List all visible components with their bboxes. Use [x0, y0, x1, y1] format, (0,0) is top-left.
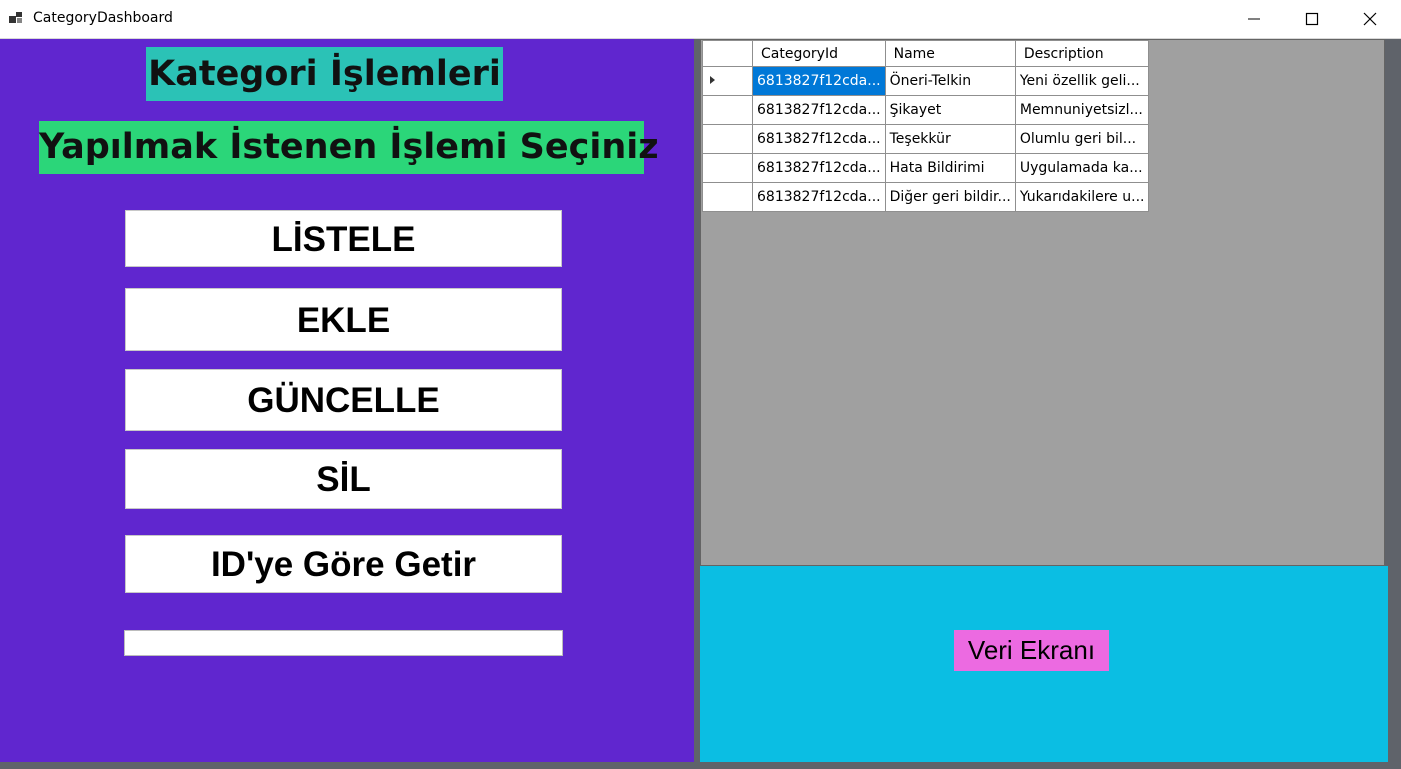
cell-description[interactable]: Uygulamada ka... — [1014, 153, 1150, 183]
category-operations-panel: Kategori İşlemleri Yapılmak İstenen İşle… — [0, 39, 694, 762]
table-row[interactable]: 6813827f12cda... Diğer geri bildir... Yu… — [702, 182, 1150, 212]
column-header-name[interactable]: Name — [884, 40, 1016, 67]
maximize-button[interactable] — [1283, 0, 1341, 38]
cell-description[interactable]: Yeni özellik geli... — [1014, 66, 1150, 96]
row-header[interactable] — [702, 66, 753, 96]
data-screen-label: Veri Ekranı — [954, 630, 1109, 671]
data-grid-table: CategoryId Name Description 6813827f12cd… — [702, 40, 1150, 212]
cell-description[interactable]: Olumlu geri bil... — [1014, 124, 1150, 154]
current-row-arrow-icon — [710, 76, 715, 84]
cell-description[interactable]: Yukarıdakilere u... — [1014, 182, 1150, 212]
id-input[interactable] — [124, 630, 563, 656]
cell-name[interactable]: Şikayet — [884, 95, 1016, 125]
maximize-icon — [1305, 12, 1319, 26]
column-header-categoryid[interactable]: CategoryId — [752, 40, 886, 67]
instruction-label: Yapılmak İstenen İşlemi Seçiniz — [39, 121, 659, 174]
window-bottom-edge — [0, 762, 1401, 769]
category-data-grid[interactable]: CategoryId Name Description 6813827f12cd… — [700, 39, 1385, 566]
close-icon — [1363, 12, 1377, 26]
cell-categoryid[interactable]: 6813827f12cda... — [752, 182, 886, 212]
row-header[interactable] — [702, 124, 753, 154]
table-row[interactable]: 6813827f12cda... Öneri-Telkin Yeni özell… — [702, 66, 1150, 96]
column-header-description[interactable]: Description — [1014, 40, 1150, 67]
minimize-icon — [1248, 18, 1260, 20]
row-header[interactable] — [702, 182, 753, 212]
page-title: Kategori İşlemleri — [146, 47, 503, 101]
delete-button[interactable]: SİL — [125, 449, 562, 509]
header-row: CategoryId Name Description — [702, 40, 1150, 67]
table-row[interactable]: 6813827f12cda... Hata Bildirimi Uygulama… — [702, 153, 1150, 183]
close-button[interactable] — [1341, 0, 1399, 38]
minimize-button[interactable] — [1225, 0, 1283, 38]
cell-name[interactable]: Öneri-Telkin — [884, 66, 1016, 96]
row-header-corner[interactable] — [702, 40, 753, 67]
cell-categoryid[interactable]: 6813827f12cda... — [752, 153, 886, 183]
table-row[interactable]: 6813827f12cda... Şikayet Memnuniyetsizl.… — [702, 95, 1150, 125]
update-button[interactable]: GÜNCELLE — [125, 369, 562, 431]
get-by-id-button[interactable]: ID'ye Göre Getir — [125, 535, 562, 593]
add-button[interactable]: EKLE — [125, 288, 562, 351]
window-title: CategoryDashboard — [33, 10, 173, 26]
list-button[interactable]: LİSTELE — [125, 210, 562, 267]
cell-name[interactable]: Teşekkür — [884, 124, 1016, 154]
app-icon — [9, 12, 22, 23]
cell-name[interactable]: Diğer geri bildir... — [884, 182, 1016, 212]
title-bar: CategoryDashboard — [0, 0, 1401, 39]
data-screen-panel: Veri Ekranı — [700, 566, 1388, 762]
window-edge — [1388, 39, 1401, 762]
cell-name[interactable]: Hata Bildirimi — [884, 153, 1016, 183]
cell-description[interactable]: Memnuniyetsizl... — [1014, 95, 1150, 125]
row-header[interactable] — [702, 153, 753, 183]
table-row[interactable]: 6813827f12cda... Teşekkür Olumlu geri bi… — [702, 124, 1150, 154]
cell-categoryid[interactable]: 6813827f12cda... — [752, 124, 886, 154]
cell-categoryid[interactable]: 6813827f12cda... — [752, 66, 886, 96]
cell-categoryid[interactable]: 6813827f12cda... — [752, 95, 886, 125]
row-header[interactable] — [702, 95, 753, 125]
